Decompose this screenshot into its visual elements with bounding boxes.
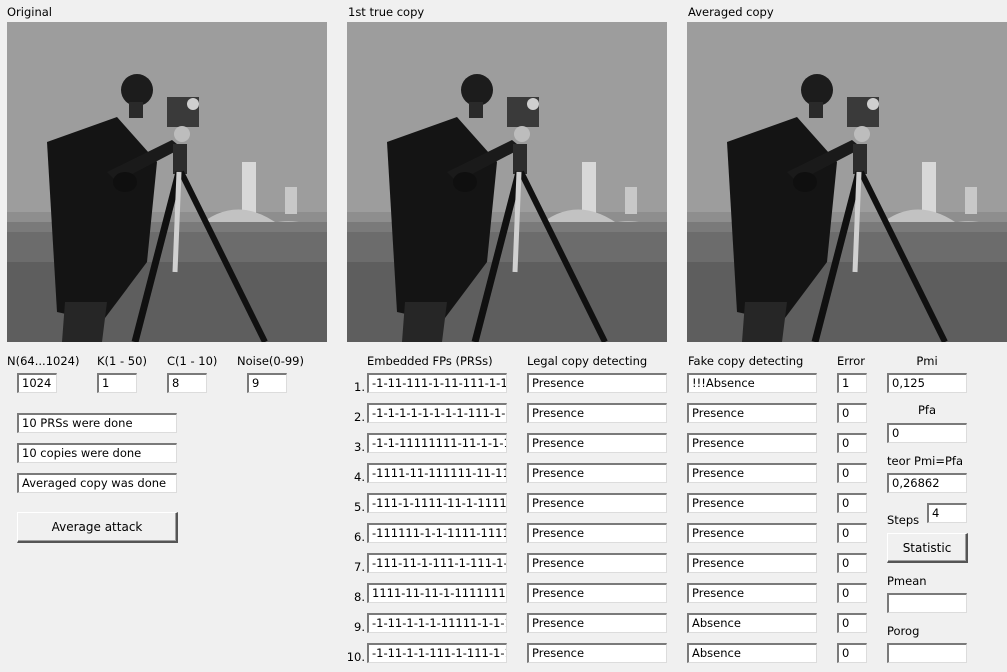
n-label: N(64...1024) bbox=[7, 354, 80, 368]
cameraman-photo bbox=[7, 22, 327, 342]
k-label: K(1 - 50) bbox=[97, 354, 147, 368]
row-number: 3. bbox=[354, 440, 365, 454]
error-field: 0 bbox=[837, 403, 867, 423]
cameraman-photo bbox=[347, 22, 667, 342]
fp-sequence-field[interactable]: -1-11-1-1-1-11111-1-1-1 bbox=[367, 613, 507, 633]
copies-status-field: 10 copies were done bbox=[17, 443, 177, 463]
error-field: 0 bbox=[837, 463, 867, 483]
porog-field bbox=[887, 643, 967, 663]
fake-detect-field: !!!Absence bbox=[687, 373, 817, 393]
error-field: 0 bbox=[837, 553, 867, 573]
row-number: 10. bbox=[346, 650, 365, 664]
porog-label: Porog bbox=[887, 624, 920, 638]
error-header: Error bbox=[837, 354, 866, 368]
fp-sequence-field[interactable]: -111111-1-1-1111-1111 bbox=[367, 523, 507, 543]
fp-sequence-field[interactable]: -111-11-1-111-1-111-1- bbox=[367, 553, 507, 573]
fake-detect-field: Presence bbox=[687, 403, 817, 423]
pfa-field: 0 bbox=[887, 423, 967, 443]
error-field: 1 bbox=[837, 373, 867, 393]
legal-detect-field: Presence bbox=[527, 493, 667, 513]
legal-detect-field: Presence bbox=[527, 643, 667, 663]
averaged-status-field: Averaged copy was done bbox=[17, 473, 177, 493]
row-number: 6. bbox=[354, 530, 365, 544]
fake-detect-field: Presence bbox=[687, 463, 817, 483]
pmean-label: Pmean bbox=[887, 574, 927, 588]
cameraman-photo bbox=[687, 22, 1007, 342]
teor-field: 0,26862 bbox=[887, 473, 967, 493]
row-number: 4. bbox=[354, 470, 365, 484]
fp-sequence-field[interactable]: 1111-11-11-1-1111111 bbox=[367, 583, 507, 603]
fake-copy-header: Fake copy detecting bbox=[688, 354, 804, 368]
fake-detect-field: Absence bbox=[687, 613, 817, 633]
statistic-button[interactable]: Statistic bbox=[887, 533, 968, 563]
pfa-label: Pfa bbox=[917, 403, 937, 417]
teor-label: teor Pmi=Pfa bbox=[887, 454, 964, 468]
pmi-label: Pmi bbox=[916, 354, 938, 368]
row-number: 5. bbox=[354, 500, 365, 514]
c-input[interactable]: 8 bbox=[167, 373, 207, 393]
error-field: 0 bbox=[837, 583, 867, 603]
row-number: 7. bbox=[354, 560, 365, 574]
average-attack-button[interactable]: Average attack bbox=[17, 512, 178, 543]
true-copy-image bbox=[347, 22, 667, 342]
fp-sequence-field[interactable]: -1-1-11111111-11-1-1-1 bbox=[367, 433, 507, 453]
fake-detect-field: Absence bbox=[687, 643, 817, 663]
fake-detect-field: Presence bbox=[687, 553, 817, 573]
fake-detect-field: Presence bbox=[687, 493, 817, 513]
legal-detect-field: Presence bbox=[527, 553, 667, 573]
row-number: 8. bbox=[354, 590, 365, 604]
fp-sequence-field[interactable]: -1-11-111-1-11-111-1-1 bbox=[367, 373, 507, 393]
pmean-field bbox=[887, 593, 967, 613]
prss-status-field: 10 PRSs were done bbox=[17, 413, 177, 433]
noise-input[interactable]: 9 bbox=[247, 373, 287, 393]
row-number: 2. bbox=[354, 410, 365, 424]
legal-copy-header: Legal copy detecting bbox=[527, 354, 648, 368]
averaged-copy-image bbox=[687, 22, 1007, 342]
pmi-field: 0,125 bbox=[887, 373, 967, 393]
error-field: 0 bbox=[837, 433, 867, 453]
original-image-title: Original bbox=[7, 5, 53, 19]
steps-label: Steps bbox=[887, 513, 920, 527]
fake-detect-field: Presence bbox=[687, 523, 817, 543]
row-number: 1. bbox=[354, 380, 365, 394]
c-label: C(1 - 10) bbox=[167, 354, 218, 368]
fake-detect-field: Presence bbox=[687, 433, 817, 453]
fp-sequence-field[interactable]: -111-1-1111-11-1-1111 bbox=[367, 493, 507, 513]
legal-detect-field: Presence bbox=[527, 403, 667, 423]
legal-detect-field: Presence bbox=[527, 373, 667, 393]
error-field: 0 bbox=[837, 523, 867, 543]
row-number: 9. bbox=[354, 620, 365, 634]
legal-detect-field: Presence bbox=[527, 433, 667, 453]
original-image bbox=[7, 22, 327, 342]
legal-detect-field: Presence bbox=[527, 613, 667, 633]
k-input[interactable]: 1 bbox=[97, 373, 137, 393]
fp-sequence-field[interactable]: -1111-11-111111-11-11 bbox=[367, 463, 507, 483]
fp-sequence-field[interactable]: -1-1-1-1-1-1-1-1-111-1-1 bbox=[367, 403, 507, 423]
error-field: 0 bbox=[837, 613, 867, 633]
averaged-copy-image-title: Averaged copy bbox=[688, 5, 774, 19]
fake-detect-field: Presence bbox=[687, 583, 817, 603]
fp-sequence-field[interactable]: -1-11-1-1-111-1-111-1-1 bbox=[367, 643, 507, 663]
true-copy-image-title: 1st true copy bbox=[348, 5, 425, 19]
legal-detect-field: Presence bbox=[527, 583, 667, 603]
embedded-fps-header: Embedded FPs (PRSs) bbox=[367, 354, 493, 368]
legal-detect-field: Presence bbox=[527, 523, 667, 543]
error-field: 0 bbox=[837, 493, 867, 513]
steps-input[interactable]: 4 bbox=[927, 503, 967, 523]
n-input[interactable]: 1024 bbox=[17, 373, 57, 393]
legal-detect-field: Presence bbox=[527, 463, 667, 483]
noise-label: Noise(0-99) bbox=[237, 354, 304, 368]
error-field: 0 bbox=[837, 643, 867, 663]
